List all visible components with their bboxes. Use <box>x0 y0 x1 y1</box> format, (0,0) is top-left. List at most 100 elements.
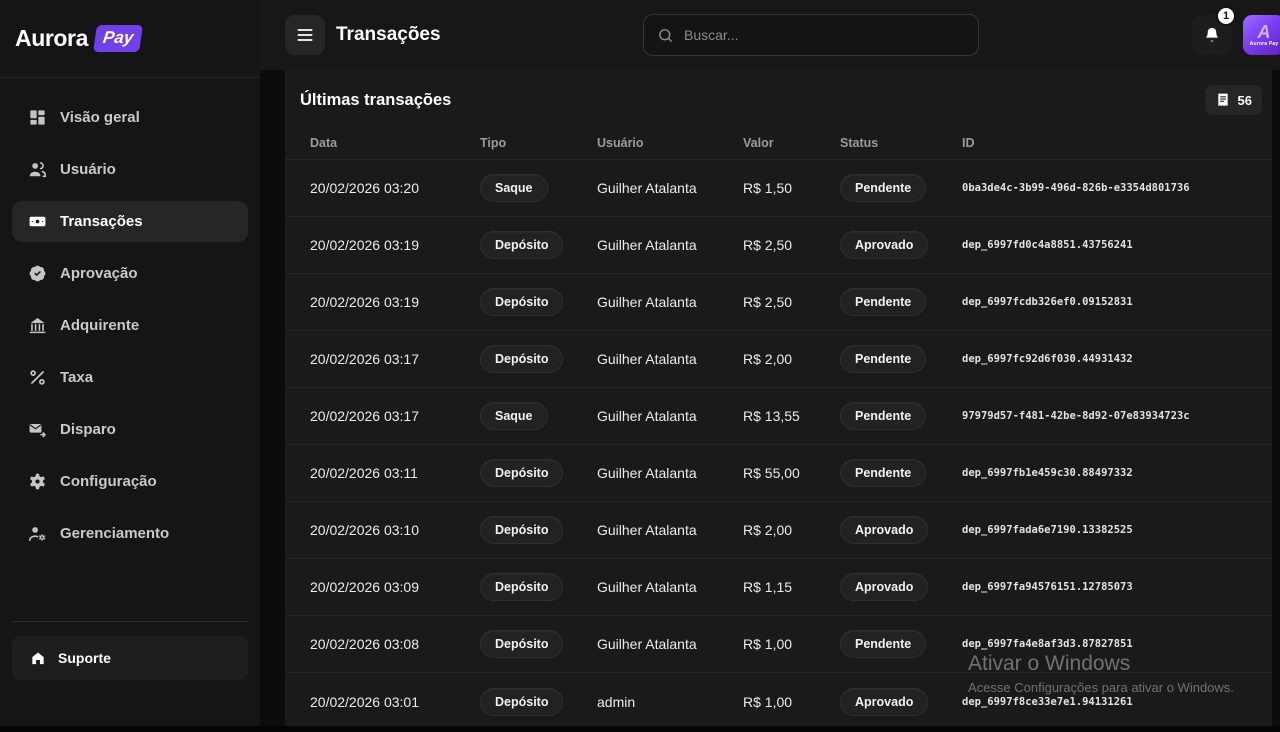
table-header-row: Data Tipo Usuário Valor Status ID <box>285 126 1272 160</box>
cell-date: 20/02/2026 03:01 <box>310 694 480 710</box>
type-badge: Depósito <box>480 573 563 601</box>
app-window: Aurora Pay Visão geral Usuário Transações A… <box>0 0 1280 732</box>
table-row[interactable]: 20/02/2026 03:19DepósitoGuilher Atalanta… <box>285 217 1272 274</box>
status-badge: Pendente <box>840 459 926 487</box>
cell-status: Pendente <box>840 174 962 202</box>
column-header-tipo: Tipo <box>480 136 597 150</box>
user-gear-icon <box>28 524 47 543</box>
table-row[interactable]: 20/02/2026 03:11DepósitoGuilher Atalanta… <box>285 445 1272 502</box>
cell-status: Pendente <box>840 630 962 658</box>
table-row[interactable]: 20/02/2026 03:20SaqueGuilher AtalantaR$ … <box>285 160 1272 217</box>
column-header-id: ID <box>962 136 1257 150</box>
topbar: Transações 1 A Aurora Pay <box>260 0 1280 70</box>
table-row[interactable]: 20/02/2026 03:17SaqueGuilher AtalantaR$ … <box>285 388 1272 445</box>
brand-logo: Aurora Pay <box>0 0 260 78</box>
sidebar-item-label: Visão geral <box>60 109 140 126</box>
cell-user: Guilher Atalanta <box>597 408 743 424</box>
cell-id: dep_6997fc92d6f030.44931432 <box>962 353 1257 365</box>
avatar[interactable]: A Aurora Pay <box>1243 15 1280 55</box>
sidebar-item-label: Transações <box>60 213 143 230</box>
cell-id: dep_6997fb1e459c30.88497332 <box>962 467 1257 479</box>
sidebar-item-adquirente[interactable]: Adquirente <box>12 305 248 346</box>
status-badge: Aprovado <box>840 516 928 544</box>
type-badge: Depósito <box>480 516 563 544</box>
table-row[interactable]: 20/02/2026 03:01DepósitoadminR$ 1,00Apro… <box>285 673 1272 730</box>
cell-user: Guilher Atalanta <box>597 636 743 652</box>
cell-date: 20/02/2026 03:08 <box>310 636 480 652</box>
sidebar-item-label: Gerenciamento <box>60 525 169 542</box>
sidebar-item-taxa[interactable]: Taxa <box>12 357 248 398</box>
cell-type: Depósito <box>480 573 597 601</box>
sidebar-item-label: Adquirente <box>60 317 139 334</box>
cell-value: R$ 1,50 <box>743 180 840 196</box>
cell-date: 20/02/2026 03:17 <box>310 351 480 367</box>
sidebar-item-gerenciamento[interactable]: Gerenciamento <box>12 513 248 554</box>
table-row[interactable]: 20/02/2026 03:17Depósito Guilher Atalanta… <box>285 331 1272 388</box>
table-row[interactable]: 20/02/2026 03:10DepósitoGuilher Atalanta… <box>285 502 1272 559</box>
table-row[interactable]: 20/02/2026 03:08DepósitoGuilher Atalanta… <box>285 616 1272 673</box>
cell-type: Depósito <box>480 688 597 716</box>
status-badge: Pendente <box>840 288 926 316</box>
menu-button[interactable] <box>285 15 325 55</box>
cell-id: dep_6997fa94576151.12785073 <box>962 581 1257 593</box>
users-icon <box>28 160 47 179</box>
sidebar-item-usuario[interactable]: Usuário <box>12 149 248 190</box>
status-badge: Pendente <box>840 345 926 373</box>
bottom-edge <box>0 726 1280 732</box>
page-title: Transações <box>336 24 441 46</box>
sidebar-item-label: Taxa <box>60 369 93 386</box>
cell-user: Guilher Atalanta <box>597 522 743 538</box>
sidebar-item-visao-geral[interactable]: Visão geral <box>12 97 248 138</box>
sidebar-bottom: Suporte <box>0 621 260 732</box>
brand-badge: Pay <box>93 25 143 52</box>
sidebar-item-disparo[interactable]: Disparo <box>12 409 248 450</box>
cell-user: Guilher Atalanta <box>597 294 743 310</box>
dashboard-icon <box>28 108 47 127</box>
sidebar-item-aprovacao[interactable]: Aprovação <box>12 253 248 294</box>
cell-status: Aprovado <box>840 231 962 259</box>
main-area: Transações 1 A Aurora Pay Última <box>260 0 1280 732</box>
table-row[interactable]: 20/02/2026 03:19DepósitoGuilher Atalanta… <box>285 274 1272 331</box>
status-badge: Pendente <box>840 630 926 658</box>
cell-id: dep_6997fa4e8af3d3.87827851 <box>962 638 1257 650</box>
cell-status: Aprovado <box>840 688 962 716</box>
cell-value: R$ 55,00 <box>743 465 840 481</box>
cell-status: Aprovado <box>840 516 962 544</box>
cell-status: Pendente <box>840 345 962 373</box>
cell-value: R$ 1,00 <box>743 636 840 652</box>
cell-status: Pendente <box>840 288 962 316</box>
card-header: Últimas transações 56 <box>285 84 1272 116</box>
cell-type: Saque <box>480 174 597 202</box>
status-badge: Aprovado <box>840 573 928 601</box>
avatar-letter: A <box>1258 23 1271 41</box>
cell-type: Depósito <box>480 630 597 658</box>
cell-id: dep_6997f8ce33e7e1.94131261 <box>962 696 1257 708</box>
mail-send-icon <box>28 420 47 439</box>
cell-value: R$ 1,15 <box>743 579 840 595</box>
search-bar <box>643 14 979 56</box>
divider <box>12 621 248 622</box>
type-badge: Saque <box>480 402 548 430</box>
avatar-caption: Aurora Pay <box>1250 41 1279 47</box>
transactions-card: Últimas transações 56 Data Tipo Usuário … <box>285 70 1272 732</box>
content-area: Últimas transações 56 Data Tipo Usuário … <box>260 70 1280 732</box>
type-badge: Depósito <box>480 345 563 373</box>
table-row[interactable]: 20/02/2026 03:09DepósitoGuilher Atalanta… <box>285 559 1272 616</box>
badge-check-icon <box>28 264 47 283</box>
cell-user: admin <box>597 694 743 710</box>
cell-user: Guilher Atalanta <box>597 465 743 481</box>
cell-value: R$ 2,00 <box>743 351 840 367</box>
status-badge: Pendente <box>840 174 926 202</box>
sidebar-item-transacoes[interactable]: Transações <box>12 201 248 242</box>
sidebar-item-configuracao[interactable]: Configuração <box>12 461 248 502</box>
banknote-icon <box>28 212 47 231</box>
section-title: Últimas transações <box>300 91 451 110</box>
cell-type: Depósito <box>480 459 597 487</box>
column-header-data: Data <box>310 136 480 150</box>
cell-user: Guilher Atalanta <box>597 351 743 367</box>
support-button[interactable]: Suporte <box>12 636 248 680</box>
sidebar-item-label: Usuário <box>60 161 116 178</box>
search-input[interactable] <box>684 27 965 43</box>
cell-date: 20/02/2026 03:11 <box>310 465 480 481</box>
cell-value: R$ 13,55 <box>743 408 840 424</box>
